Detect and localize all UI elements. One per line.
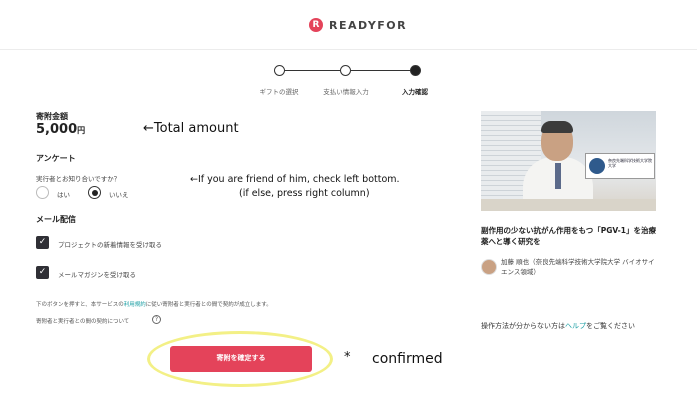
author-avatar xyxy=(481,259,497,275)
check-icon: ✓ xyxy=(38,237,47,247)
checkbox-newsletter[interactable]: ✓ xyxy=(36,266,49,279)
step-2-label: 支払い情報入力 xyxy=(323,88,369,96)
radio-yes-label: はい xyxy=(57,191,70,199)
check-icon: ✓ xyxy=(38,267,47,277)
help-text: 操作方法が分からない方はヘルプをご覧ください xyxy=(481,322,635,330)
readyfor-logo-icon: R xyxy=(309,18,323,32)
annotation-friend-line1: ←If you are friend of him, check left bo… xyxy=(190,174,400,185)
terms-link[interactable]: 利用規約 xyxy=(124,302,146,308)
project-photo[interactable]: 奈良先端科学技術大学院大学 xyxy=(481,111,656,211)
radio-yes[interactable] xyxy=(36,186,49,199)
site-header: R READYFOR xyxy=(0,0,697,50)
contract-info-text: 寄附者と実行者との間の契約について xyxy=(36,319,130,325)
terms-text: 下のボタンを押すと、本サービスの利用規約に従い寄附者と実行者との間で契約が成立し… xyxy=(36,302,272,308)
step-3-dot xyxy=(410,65,421,76)
annotation-confirmed: confirmed xyxy=(372,351,443,367)
photo-sign-text: 奈良先端科学技術大学院大学 xyxy=(608,158,652,168)
confirm-donation-button[interactable]: 寄附を確定する xyxy=(170,346,312,372)
readyfor-logo[interactable]: R READYFOR xyxy=(309,18,407,32)
amount-value: 5,000円 xyxy=(36,122,86,137)
annotation-total: ←Total amount xyxy=(143,121,239,136)
survey-title: アンケート xyxy=(36,154,76,163)
checkbox-project-news[interactable]: ✓ xyxy=(36,236,49,249)
step-1-dot xyxy=(274,65,285,76)
photo-person-hair xyxy=(541,121,573,133)
step-2-dot xyxy=(340,65,351,76)
project-title[interactable]: 副作用の少ない抗がん作用をもつ「PGV-1」を治療薬へと導く研究を xyxy=(481,225,661,247)
annotation-friend-line2: (if else, press right column) xyxy=(239,188,370,199)
survey-question: 実行者とお知り合いですか？ xyxy=(36,175,121,183)
amount-label: 寄附金額 xyxy=(36,112,68,121)
annotation-star: * xyxy=(344,350,351,365)
radio-no[interactable] xyxy=(88,186,101,199)
logo-text: READYFOR xyxy=(329,18,408,32)
step-3-label: 入力確認 xyxy=(402,88,428,96)
checkbox-project-news-label: プロジェクトの新着情報を受け取る xyxy=(58,241,162,249)
photo-university-sign: 奈良先端科学技術大学院大学 xyxy=(585,153,655,179)
radio-no-label: いいえ xyxy=(109,191,129,199)
checkbox-newsletter-label: メールマガジンを受け取る xyxy=(58,271,136,279)
step-1-label: ギフトの選択 xyxy=(259,88,299,96)
university-emblem-icon xyxy=(589,158,605,174)
progress-steps: ギフトの選択 支払い情報入力 入力確認 xyxy=(250,64,440,100)
mail-title: メール配信 xyxy=(36,215,76,224)
project-author: 加藤 順也（奈良先端科学技術大学院大学 バイオサイエンス領域） xyxy=(501,258,655,276)
photo-tie xyxy=(555,163,561,189)
help-link[interactable]: ヘルプ xyxy=(565,322,586,330)
photo-desk xyxy=(481,199,656,211)
step-connector xyxy=(280,70,340,71)
info-icon[interactable]: ? xyxy=(152,315,161,324)
step-connector xyxy=(351,70,411,71)
